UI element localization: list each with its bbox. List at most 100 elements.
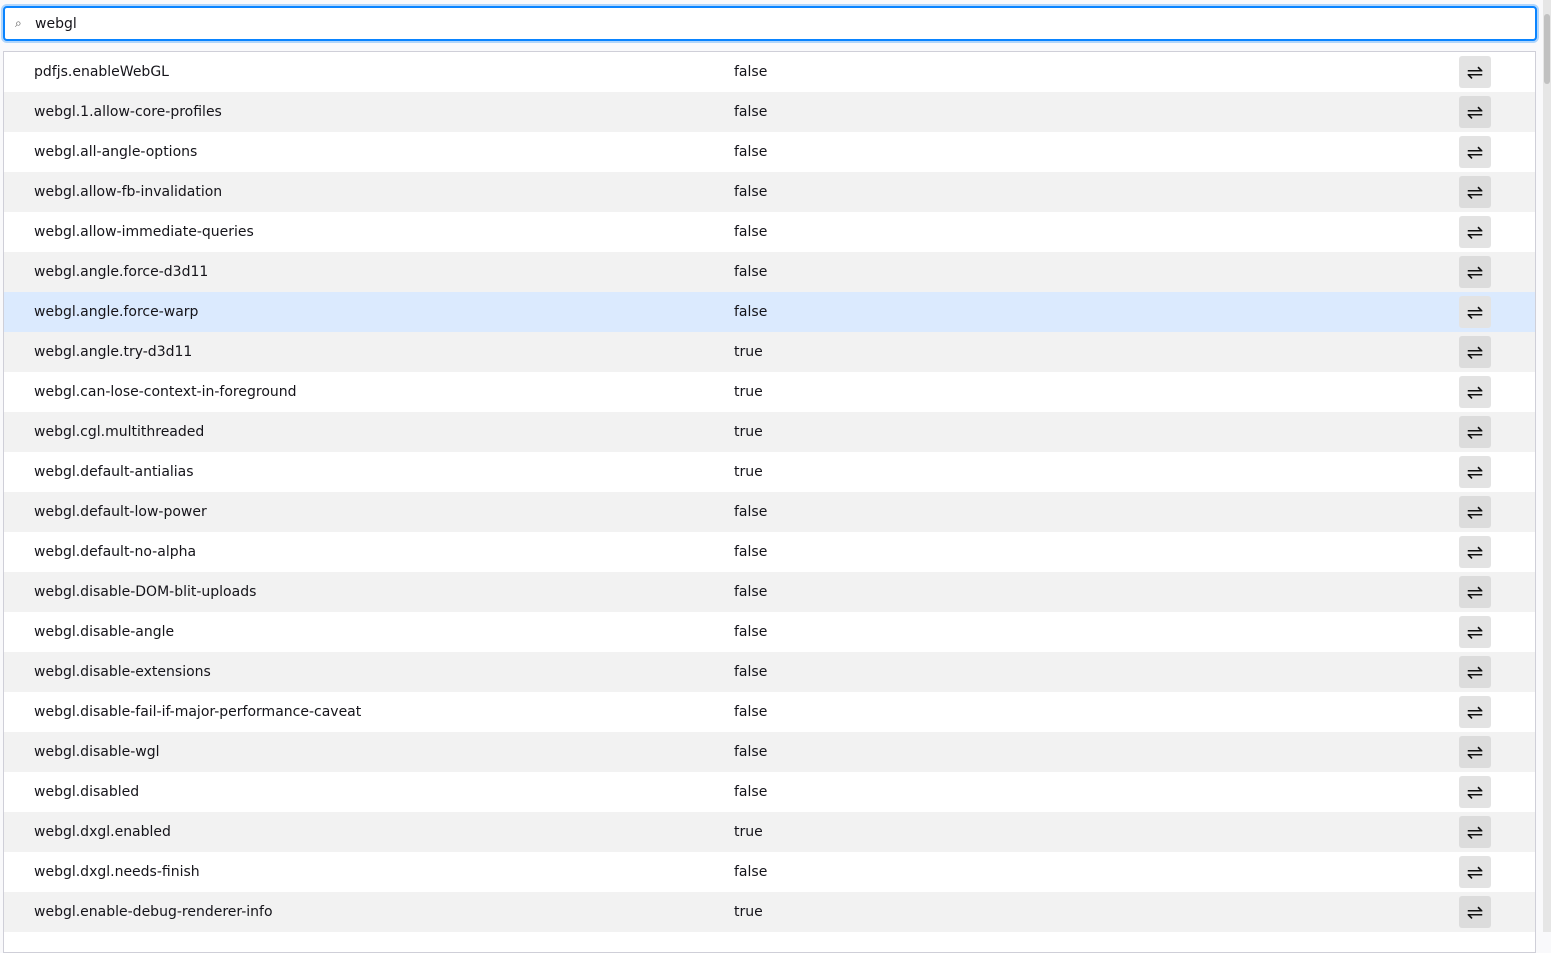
- pref-value[interactable]: false: [734, 504, 767, 520]
- pref-row[interactable]: webgl.angle.force-d3d11 false ⇌: [4, 252, 1535, 292]
- pref-name: webgl.default-low-power: [34, 504, 207, 520]
- pref-value[interactable]: true: [734, 824, 763, 840]
- toggle-button[interactable]: ⇌: [1459, 216, 1491, 248]
- pref-name: webgl.angle.force-warp: [34, 304, 199, 320]
- pref-row[interactable]: webgl.default-antialias true ⇌: [4, 452, 1535, 492]
- pref-value[interactable]: true: [734, 904, 763, 920]
- toggle-button[interactable]: ⇌: [1459, 776, 1491, 808]
- pref-row[interactable]: webgl.cgl.multithreaded true ⇌: [4, 412, 1535, 452]
- toggle-icon: ⇌: [1466, 261, 1484, 284]
- toggle-button[interactable]: ⇌: [1459, 856, 1491, 888]
- pref-row[interactable]: webgl.enable-debug-renderer-info true ⇌: [4, 892, 1535, 932]
- toggle-button[interactable]: ⇌: [1459, 696, 1491, 728]
- pref-row[interactable]: webgl.disable-wgl false ⇌: [4, 732, 1535, 772]
- pref-value[interactable]: false: [734, 64, 767, 80]
- pref-name: webgl.disable-fail-if-major-performance-…: [34, 704, 362, 720]
- pref-row[interactable]: webgl.1.allow-core-profiles false ⇌: [4, 92, 1535, 132]
- toggle-button[interactable]: ⇌: [1459, 656, 1491, 688]
- toggle-icon: ⇌: [1466, 461, 1484, 484]
- toggle-icon: ⇌: [1466, 741, 1484, 764]
- pref-value[interactable]: false: [734, 784, 767, 800]
- pref-name: webgl.disable-angle: [34, 624, 175, 640]
- pref-value[interactable]: false: [734, 104, 767, 120]
- pref-name: webgl.dxgl.needs-finish: [34, 864, 200, 880]
- pref-value[interactable]: false: [734, 264, 767, 280]
- pref-row[interactable]: webgl.disable-angle false ⇌: [4, 612, 1535, 652]
- pref-name: webgl.can-lose-context-in-foreground: [34, 384, 297, 400]
- toggle-button[interactable]: ⇌: [1459, 496, 1491, 528]
- pref-value[interactable]: true: [734, 344, 763, 360]
- pref-value[interactable]: false: [734, 544, 767, 560]
- toggle-icon: ⇌: [1466, 221, 1484, 244]
- pref-row[interactable]: webgl.dxgl.enabled true ⇌: [4, 812, 1535, 852]
- pref-name: webgl.default-antialias: [34, 464, 194, 480]
- pref-name: webgl.dxgl.enabled: [34, 824, 171, 840]
- search-icon: ⌕: [15, 16, 22, 30]
- pref-name: webgl.1.allow-core-profiles: [34, 104, 222, 120]
- toggle-button[interactable]: ⇌: [1459, 256, 1491, 288]
- toggle-button[interactable]: ⇌: [1459, 616, 1491, 648]
- pref-value[interactable]: false: [734, 744, 767, 760]
- toggle-button[interactable]: ⇌: [1459, 456, 1491, 488]
- pref-name: webgl.allow-fb-invalidation: [34, 184, 223, 200]
- search-box[interactable]: ⌕: [3, 6, 1537, 41]
- pref-value[interactable]: true: [734, 464, 763, 480]
- toggle-icon: ⇌: [1466, 821, 1484, 844]
- toggle-button[interactable]: ⇌: [1459, 136, 1491, 168]
- toggle-button[interactable]: ⇌: [1459, 176, 1491, 208]
- scrollbar-thumb[interactable]: [1544, 14, 1550, 84]
- pref-value[interactable]: false: [734, 184, 767, 200]
- pref-name: webgl.angle.try-d3d11: [34, 344, 193, 360]
- pref-value[interactable]: false: [734, 704, 767, 720]
- pref-value[interactable]: false: [734, 304, 767, 320]
- pref-row[interactable]: webgl.angle.force-warp false ⇌: [4, 292, 1535, 332]
- pref-row[interactable]: webgl.default-no-alpha false ⇌: [4, 532, 1535, 572]
- toggle-button[interactable]: ⇌: [1459, 576, 1491, 608]
- pref-row[interactable]: webgl.disable-extensions false ⇌: [4, 652, 1535, 692]
- toggle-icon: ⇌: [1466, 581, 1484, 604]
- pref-value[interactable]: true: [734, 424, 763, 440]
- pref-row[interactable]: webgl.default-low-power false ⇌: [4, 492, 1535, 532]
- pref-name: webgl.allow-immediate-queries: [34, 224, 254, 240]
- pref-row[interactable]: webgl.allow-fb-invalidation false ⇌: [4, 172, 1535, 212]
- toggle-button[interactable]: ⇌: [1459, 736, 1491, 768]
- pref-row[interactable]: webgl.disable-DOM-blit-uploads false ⇌: [4, 572, 1535, 612]
- toggle-icon: ⇌: [1466, 61, 1484, 84]
- pref-value[interactable]: false: [734, 624, 767, 640]
- toggle-button[interactable]: ⇌: [1459, 96, 1491, 128]
- toggle-button[interactable]: ⇌: [1459, 416, 1491, 448]
- pref-row[interactable]: webgl.angle.try-d3d11 true ⇌: [4, 332, 1535, 372]
- pref-name: webgl.default-no-alpha: [34, 544, 197, 560]
- toggle-button[interactable]: ⇌: [1459, 296, 1491, 328]
- preferences-table: pdfjs.enableWebGL false ⇌ webgl.1.allow-c…: [3, 51, 1536, 953]
- pref-value[interactable]: false: [734, 224, 767, 240]
- pref-row[interactable]: webgl.all-angle-options false ⇌: [4, 132, 1535, 172]
- toggle-icon: ⇌: [1466, 141, 1484, 164]
- pref-value[interactable]: true: [734, 384, 763, 400]
- pref-value[interactable]: false: [734, 584, 767, 600]
- pref-row[interactable]: webgl.dxgl.needs-finish false ⇌: [4, 852, 1535, 892]
- toggle-button[interactable]: ⇌: [1459, 336, 1491, 368]
- pref-row[interactable]: webgl.allow-immediate-queries false ⇌: [4, 212, 1535, 252]
- pref-row[interactable]: webgl.disabled false ⇌: [4, 772, 1535, 812]
- toggle-icon: ⇌: [1466, 301, 1484, 324]
- search-input[interactable]: [35, 15, 1535, 32]
- toggle-icon: ⇌: [1466, 861, 1484, 884]
- pref-row[interactable]: webgl.disable-fail-if-major-performance-…: [4, 692, 1535, 732]
- pref-value[interactable]: false: [734, 144, 767, 160]
- pref-row[interactable]: pdfjs.enableWebGL false ⇌: [4, 52, 1535, 92]
- toggle-icon: ⇌: [1466, 541, 1484, 564]
- toggle-button[interactable]: ⇌: [1459, 896, 1491, 928]
- toggle-button[interactable]: ⇌: [1459, 536, 1491, 568]
- toggle-button[interactable]: ⇌: [1459, 816, 1491, 848]
- pref-value[interactable]: false: [734, 664, 767, 680]
- toggle-button[interactable]: ⇌: [1459, 376, 1491, 408]
- pref-name: webgl.disable-DOM-blit-uploads: [34, 584, 257, 600]
- toggle-icon: ⇌: [1466, 501, 1484, 524]
- pref-row[interactable]: webgl.can-lose-context-in-foreground tru…: [4, 372, 1535, 412]
- pref-name: webgl.angle.force-d3d11: [34, 264, 209, 280]
- scrollbar[interactable]: [1543, 0, 1551, 932]
- pref-value[interactable]: false: [734, 864, 767, 880]
- toggle-icon: ⇌: [1466, 181, 1484, 204]
- toggle-button[interactable]: ⇌: [1459, 56, 1491, 88]
